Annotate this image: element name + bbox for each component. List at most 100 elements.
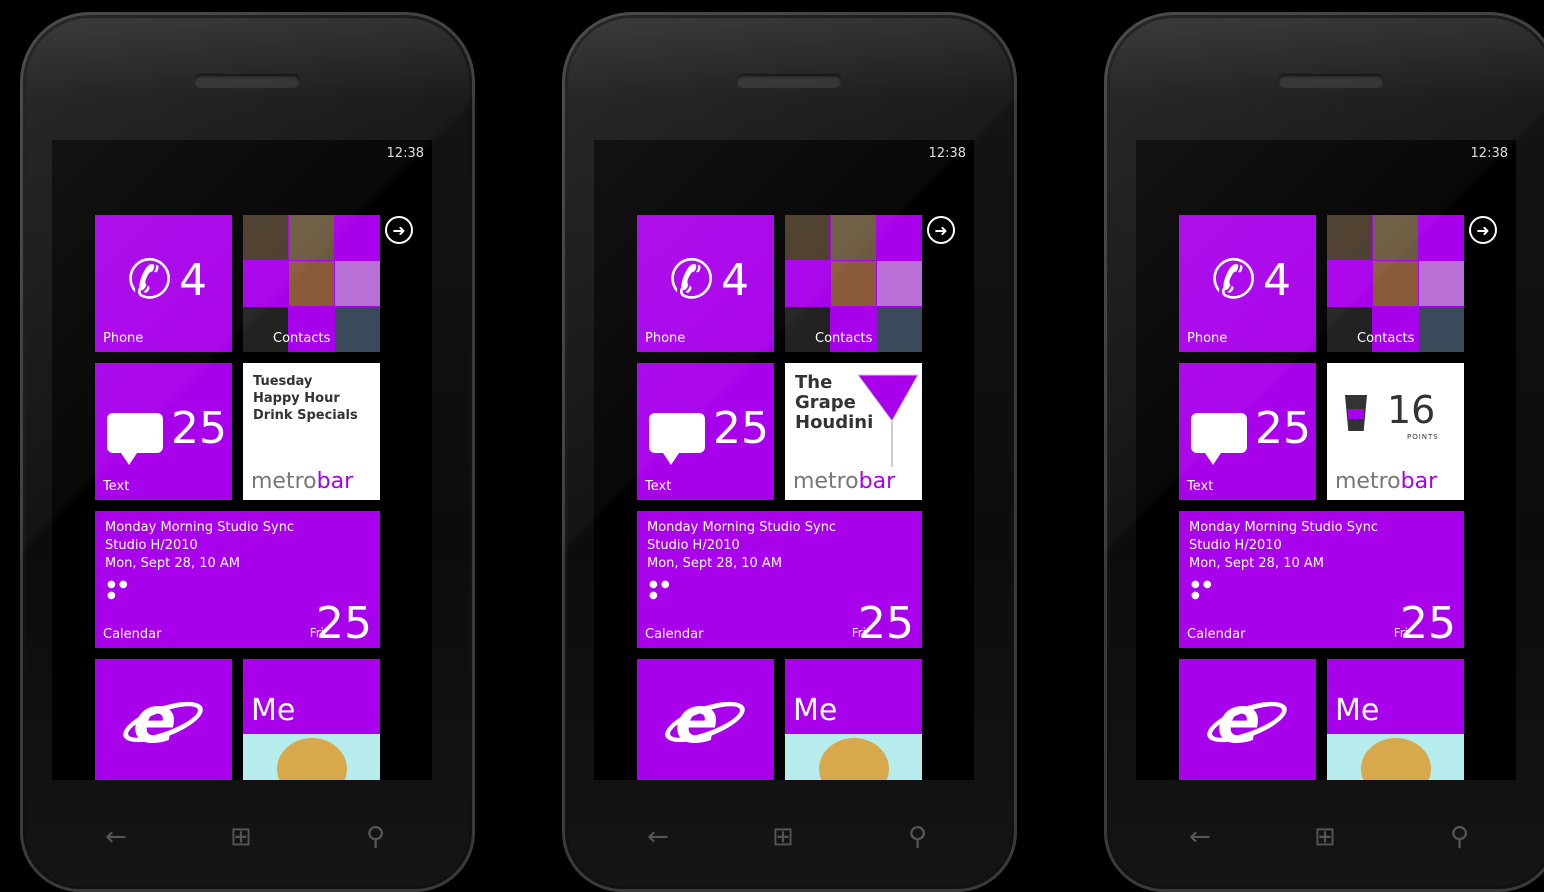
search-icon[interactable]: ⚲ [1450, 822, 1469, 852]
profile-photo [243, 734, 380, 780]
tile-label: Contacts [1357, 331, 1415, 346]
tile-label: Phone [1187, 331, 1228, 346]
search-icon[interactable]: ⚲ [908, 822, 927, 852]
tile-people[interactable]: Contacts [243, 215, 380, 352]
phone-icon: ✆ [127, 248, 173, 311]
logo-part: bar [316, 469, 354, 494]
phone-device-2: 12:38 ➜ ✆ 4 Phone Contacts 25 Text The G… [562, 12, 1017, 892]
message-bubble-icon [107, 413, 163, 465]
app-list-arrow-icon[interactable]: ➜ [1469, 216, 1497, 244]
app-list-arrow-icon[interactable]: ➜ [927, 216, 955, 244]
internet-explorer-icon: e [1217, 684, 1261, 758]
phone-icon: ✆ [669, 248, 715, 311]
contact-photo [289, 261, 334, 306]
profile-face [1361, 738, 1431, 780]
tile-people[interactable]: Contacts [785, 215, 922, 352]
event-location: Studio H/2010 [1189, 538, 1282, 553]
tile-internet-explorer[interactable]: e [637, 659, 774, 780]
windows-start-icon[interactable]: ⊞ [1314, 822, 1336, 852]
calendar-date: 25 [316, 598, 372, 648]
windows-start-icon[interactable]: ⊞ [230, 822, 252, 852]
status-clock: 12:38 [1470, 146, 1508, 161]
points-count: 16 [1387, 388, 1436, 432]
tile-messaging[interactable]: 25 Text [95, 363, 232, 500]
profile-face [277, 738, 347, 780]
tile-label: Me [793, 693, 838, 728]
recurring-icon: ● ● ● [107, 579, 128, 601]
message-bubble-icon [1191, 413, 1247, 465]
cocktail-glass-icon [857, 374, 919, 467]
tile-people[interactable]: Contacts [1327, 215, 1464, 352]
windows-start-icon[interactable]: ⊞ [772, 822, 794, 852]
tile-metrobar[interactable]: Tuesday Happy Hour Drink Specials metrob… [243, 363, 380, 500]
hardware-buttons: ← ⊞ ⚲ [1104, 812, 1544, 862]
message-bubble-icon [649, 413, 705, 465]
internet-explorer-icon: e [675, 684, 719, 758]
back-arrow-icon[interactable]: ← [105, 822, 127, 852]
tile-label: Me [1335, 693, 1380, 728]
start-screen: 12:38 ➜ ✆ 4 Phone Contacts 25 Text 16 PO… [1136, 140, 1516, 780]
tile-phone[interactable]: ✆ 4 Phone [95, 215, 232, 352]
tile-label: Text [103, 479, 130, 494]
tile-phone[interactable]: ✆ 4 Phone [1179, 215, 1316, 352]
tile-me[interactable]: Me [785, 659, 922, 780]
logo-part: bar [1400, 469, 1438, 494]
metrobar-logo: metrobar [251, 469, 353, 494]
tile-me[interactable]: Me [1327, 659, 1464, 780]
back-arrow-icon[interactable]: ← [1189, 822, 1211, 852]
search-icon[interactable]: ⚲ [366, 822, 385, 852]
tile-phone[interactable]: ✆ 4 Phone [637, 215, 774, 352]
tile-internet-explorer[interactable]: e [1179, 659, 1316, 780]
tile-calendar[interactable]: Monday Morning Studio Sync Studio H/2010… [95, 511, 380, 648]
calendar-date: 25 [1400, 598, 1456, 648]
tile-metrobar[interactable]: The Grape Houdini metrobar [785, 363, 922, 500]
tile-label: Calendar [645, 627, 704, 642]
profile-face [819, 738, 889, 780]
tile-messaging[interactable]: 25 Text [637, 363, 774, 500]
contact-photo [335, 261, 380, 306]
calendar-event: Monday Morning Studio Sync Studio H/2010… [105, 519, 294, 573]
contact-photo [877, 261, 922, 306]
status-clock: 12:38 [928, 146, 966, 161]
tile-me[interactable]: Me [243, 659, 380, 780]
app-list-arrow-icon[interactable]: ➜ [385, 216, 413, 244]
event-location: Studio H/2010 [647, 538, 740, 553]
calendar-event: Monday Morning Studio Sync Studio H/2010… [1189, 519, 1378, 573]
unread-messages-count: 25 [1255, 403, 1311, 454]
phone-icon: ✆ [1211, 248, 1257, 311]
event-title: Monday Morning Studio Sync [647, 520, 837, 535]
contact-photo [243, 215, 288, 260]
logo-part: metro [1335, 469, 1401, 494]
hardware-buttons: ← ⊞ ⚲ [20, 812, 475, 862]
tile-internet-explorer[interactable]: e [95, 659, 232, 780]
earpiece [1278, 74, 1384, 88]
internet-explorer-icon: e [133, 684, 177, 758]
event-title: Monday Morning Studio Sync [105, 520, 295, 535]
start-screen: 12:38 ➜ ✆ 4 Phone Contacts 25 Text The G… [594, 140, 974, 780]
contact-photo [1373, 261, 1418, 306]
missed-calls-count: 4 [721, 255, 749, 306]
tile-label: Contacts [815, 331, 873, 346]
tile-label: Text [1187, 479, 1214, 494]
logo-part: metro [793, 469, 859, 494]
tile-label: Contacts [273, 331, 331, 346]
tile-label: Text [645, 479, 672, 494]
logo-part: bar [858, 469, 896, 494]
event-time: Mon, Sept 28, 10 AM [1189, 556, 1324, 571]
tile-metrobar[interactable]: 16 POINTS metrobar [1327, 363, 1464, 500]
back-arrow-icon[interactable]: ← [647, 822, 669, 852]
tile-messaging[interactable]: 25 Text [1179, 363, 1316, 500]
status-clock: 12:38 [386, 146, 424, 161]
contact-photo [1419, 307, 1464, 352]
phone-device-1: 12:38 ➜ ✆ 4 Phone Contacts 25 Text Tuesd… [20, 12, 475, 892]
metrobar-message: Tuesday Happy Hour Drink Specials [253, 373, 358, 424]
tile-calendar[interactable]: Monday Morning Studio Sync Studio H/2010… [637, 511, 922, 648]
message-line: Drink Specials [253, 408, 358, 423]
metrobar-logo: metrobar [793, 469, 895, 494]
tile-calendar[interactable]: Monday Morning Studio Sync Studio H/2010… [1179, 511, 1464, 648]
phone-device-3: 12:38 ➜ ✆ 4 Phone Contacts 25 Text 16 PO… [1104, 12, 1544, 892]
event-title: Monday Morning Studio Sync [1189, 520, 1379, 535]
tile-label: Calendar [103, 627, 162, 642]
profile-photo [1327, 734, 1464, 780]
event-location: Studio H/2010 [105, 538, 198, 553]
